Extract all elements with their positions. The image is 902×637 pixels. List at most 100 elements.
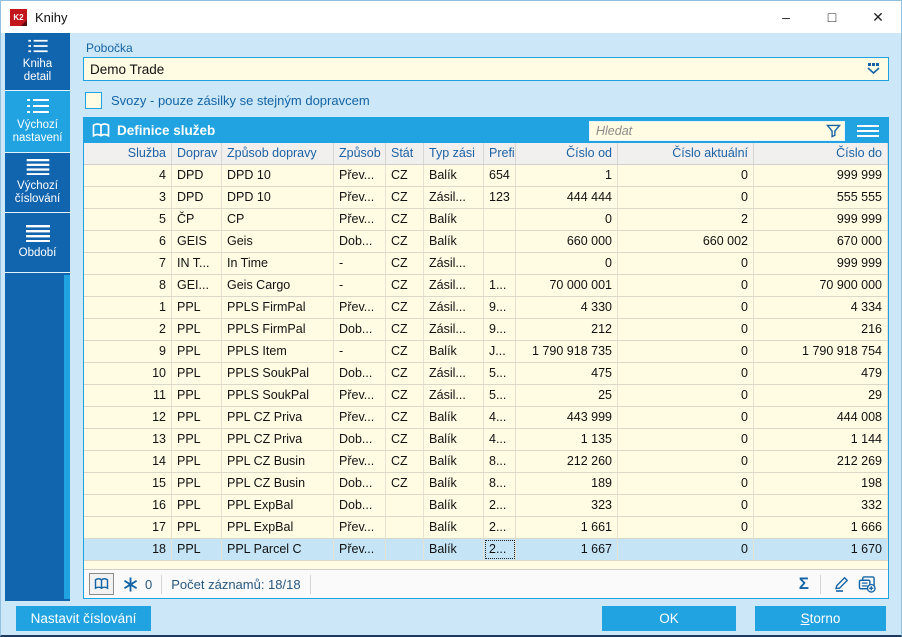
ok-button[interactable]: OK — [602, 606, 736, 631]
table-cell[interactable]: PPL CZ Priva — [222, 429, 334, 450]
table-cell[interactable]: 1 670 — [754, 539, 888, 560]
table-cell[interactable]: 999 999 — [754, 253, 888, 274]
table-cell[interactable]: Přev... — [334, 165, 386, 186]
table-cell[interactable]: Zásil... — [424, 253, 484, 274]
table-cell[interactable]: 0 — [516, 209, 618, 230]
table-cell[interactable]: Přev... — [334, 539, 386, 560]
column-header[interactable]: Způsob dopravy — [222, 143, 334, 164]
table-cell[interactable]: PPL ExpBal — [222, 495, 334, 516]
table-cell[interactable]: 1 135 — [516, 429, 618, 450]
table-cell[interactable]: Zásil... — [424, 187, 484, 208]
table-cell[interactable]: PPL Parcel C — [222, 539, 334, 560]
table-cell[interactable]: Přev... — [334, 385, 386, 406]
table-cell[interactable]: DPD — [172, 165, 222, 186]
table-cell[interactable]: 70 000 001 — [516, 275, 618, 296]
table-cell[interactable]: 212 269 — [754, 451, 888, 472]
table-cell[interactable]: 9... — [484, 297, 516, 318]
table-cell[interactable]: J... — [484, 341, 516, 362]
table-cell[interactable]: Přev... — [334, 187, 386, 208]
table-cell[interactable]: IN T... — [172, 253, 222, 274]
table-row[interactable]: 8GEI...Geis Cargo-CZZásil...1...70 000 0… — [84, 275, 888, 297]
table-cell[interactable]: 670 000 — [754, 231, 888, 252]
table-row[interactable]: 4DPDDPD 10Přev...CZBalík65410999 999 — [84, 165, 888, 187]
table-cell[interactable]: 3 — [84, 187, 172, 208]
table-cell[interactable]: PPL — [172, 495, 222, 516]
cancel-button[interactable]: Storno — [755, 606, 886, 631]
table-cell[interactable]: 123 — [484, 187, 516, 208]
table-cell[interactable]: 999 999 — [754, 165, 888, 186]
table-cell[interactable]: 555 555 — [754, 187, 888, 208]
table-cell[interactable]: PPL — [172, 429, 222, 450]
table-row[interactable]: 7IN T...In Time-CZZásil...00999 999 — [84, 253, 888, 275]
table-cell[interactable]: 216 — [754, 319, 888, 340]
table-cell[interactable]: 4 330 — [516, 297, 618, 318]
table-cell[interactable]: 9 — [84, 341, 172, 362]
table-cell[interactable]: 5... — [484, 363, 516, 384]
table-cell[interactable] — [484, 253, 516, 274]
table-cell[interactable]: ČP — [172, 209, 222, 230]
table-cell[interactable]: PPL — [172, 363, 222, 384]
table-cell[interactable]: 479 — [754, 363, 888, 384]
sidebar-item-vychozi-cislovani[interactable]: Výchozí číslování — [5, 153, 70, 213]
table-cell[interactable]: 332 — [754, 495, 888, 516]
table-cell[interactable]: 4... — [484, 407, 516, 428]
table-cell[interactable]: Dob... — [334, 429, 386, 450]
table-cell[interactable]: Zásil... — [424, 319, 484, 340]
table-cell[interactable]: CP — [222, 209, 334, 230]
table-cell[interactable]: Dob... — [334, 231, 386, 252]
table-cell[interactable]: 2 — [618, 209, 754, 230]
column-header[interactable]: Způsob — [334, 143, 386, 164]
table-cell[interactable]: 1... — [484, 275, 516, 296]
table-cell[interactable] — [386, 539, 424, 560]
table-cell[interactable]: PPL — [172, 539, 222, 560]
table-cell[interactable]: 6 — [84, 231, 172, 252]
column-header[interactable]: Číslo od — [516, 143, 618, 164]
table-row[interactable]: 1PPLPPLS FirmPalPřev...CZZásil...9...4 3… — [84, 297, 888, 319]
table-row[interactable]: 9PPLPPLS Item-CZBalíkJ...1 790 918 73501… — [84, 341, 888, 363]
table-cell[interactable]: 5 — [84, 209, 172, 230]
edit-pencil-button[interactable] — [830, 576, 854, 592]
table-cell[interactable]: Zásil... — [424, 385, 484, 406]
table-cell[interactable]: 0 — [618, 363, 754, 384]
table-cell[interactable]: 0 — [516, 253, 618, 274]
table-cell[interactable]: 2... — [484, 539, 516, 560]
table-cell[interactable] — [386, 517, 424, 538]
table-cell[interactable]: 0 — [618, 187, 754, 208]
table-cell[interactable]: 1 — [84, 297, 172, 318]
table-cell[interactable]: 13 — [84, 429, 172, 450]
table-cell[interactable]: PPL CZ Priva — [222, 407, 334, 428]
table-cell[interactable]: 1 144 — [754, 429, 888, 450]
table-row[interactable]: 15PPLPPL CZ BusinDob...CZBalík8...189019… — [84, 473, 888, 495]
table-cell[interactable]: 1 661 — [516, 517, 618, 538]
svozy-checkbox[interactable] — [85, 92, 102, 109]
table-cell[interactable]: 1 666 — [754, 517, 888, 538]
table-row[interactable]: 10PPLPPLS SoukPalDob...CZZásil...5...475… — [84, 363, 888, 385]
table-cell[interactable]: 0 — [618, 495, 754, 516]
filter-funnel-icon[interactable] — [826, 124, 841, 138]
column-header[interactable]: Číslo do — [754, 143, 888, 164]
table-cell[interactable]: 660 002 — [618, 231, 754, 252]
minimize-button[interactable]: – — [763, 1, 809, 33]
table-cell[interactable]: Přev... — [334, 407, 386, 428]
table-cell[interactable]: Balík — [424, 539, 484, 560]
table-cell[interactable]: 1 — [516, 165, 618, 186]
dropdown-dots-chevron-icon[interactable] — [865, 62, 882, 76]
table-cell[interactable]: PPL — [172, 341, 222, 362]
maximize-button[interactable]: □ — [809, 1, 855, 33]
table-cell[interactable]: 4 — [84, 165, 172, 186]
table-cell[interactable]: 212 — [516, 319, 618, 340]
branch-combobox[interactable]: Demo Trade — [83, 57, 889, 81]
table-cell[interactable]: PPLS SoukPal — [222, 363, 334, 384]
table-cell[interactable]: 14 — [84, 451, 172, 472]
table-cell[interactable]: PPL CZ Busin — [222, 451, 334, 472]
search-input[interactable] — [596, 124, 826, 138]
book-view-button[interactable] — [89, 573, 114, 595]
table-cell[interactable]: PPL — [172, 517, 222, 538]
table-cell[interactable]: 0 — [618, 517, 754, 538]
column-header[interactable]: Stát — [386, 143, 424, 164]
table-row[interactable]: 5ČPCPPřev...CZBalík02999 999 — [84, 209, 888, 231]
sidebar-item-obdobi[interactable]: Období — [5, 213, 70, 273]
table-cell[interactable]: 654 — [484, 165, 516, 186]
sidebar-scrollbar[interactable] — [64, 275, 70, 599]
table-cell[interactable]: - — [334, 275, 386, 296]
